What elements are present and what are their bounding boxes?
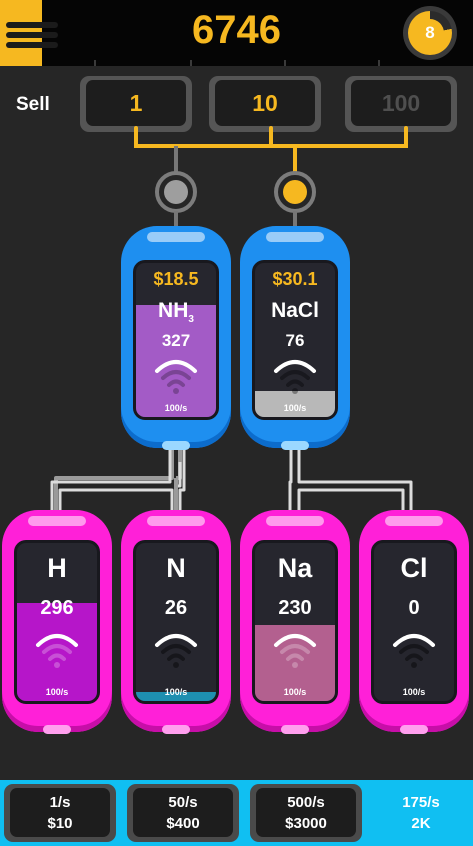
tank-highlight [266,516,324,526]
tank-port [162,725,190,734]
wifi-icon [393,634,435,668]
compound-tank-nacl[interactable]: $30.1 NaCl 76 100/s [240,226,350,450]
tank-port [162,441,190,450]
compound-price: $30.1 [272,269,318,289]
wifi-icon [36,634,78,668]
element-rate: 100/s [402,687,426,697]
upgrade-rate: 50/s [168,793,198,811]
upgrade-rate: 1/s [49,793,71,811]
total-value: 2K [411,815,431,832]
compound-tank-nh3[interactable]: $18.5 NH3 327 100/s [121,226,231,450]
upgrade-cost: $3000 [285,814,327,832]
upgrade-button-3[interactable]: 500/s $3000 [250,784,362,842]
tank-window: N 26 100/s [133,540,219,704]
tank-window: Na 230 100/s [252,540,338,704]
tank-port [281,725,309,734]
compound-count: 327 [161,331,191,350]
element-rate: 100/s [45,687,69,697]
connector-nh3 [155,171,197,213]
connector-nacl [274,171,316,213]
upgrade-cost: $400 [166,814,200,832]
element-rate: 100/s [283,687,307,697]
compound-rate: 100/s [283,403,307,413]
element-tank-n[interactable]: N 26 100/s [121,510,231,734]
tank-highlight [147,232,205,242]
element-tank-cl[interactable]: Cl 0 100/s [359,510,469,734]
tank-window: $18.5 NH3 327 100/s [133,260,219,420]
element-symbol: Cl [400,553,428,583]
element-symbol: H [47,553,67,583]
upgrade-button-2[interactable]: 50/s $400 [127,784,239,842]
total-production: 175/s 2K [376,792,466,834]
element-count: 296 [40,597,74,619]
element-tank-na[interactable]: Na 230 100/s [240,510,350,734]
element-count: 26 [164,597,188,619]
element-count: 0 [408,597,420,619]
tank-window: Cl 0 100/s [371,540,457,704]
tank-highlight [385,516,443,526]
upgrade-button-1[interactable]: 1/s $10 [4,784,116,842]
upgrade-rate: 500/s [287,793,325,811]
element-tank-h[interactable]: H 296 100/s [2,510,112,734]
tank-highlight [28,516,86,526]
element-symbol: Na [277,553,313,583]
tank-window: $30.1 NaCl 76 100/s [252,260,338,420]
element-rate: 100/s [164,687,188,697]
tank-port [400,725,428,734]
tank-port [281,441,309,450]
compound-symbol: NH3 [158,299,194,326]
element-symbol: N [166,553,186,583]
total-rate: 175/s [402,794,440,811]
tank-window: H 296 100/s [14,540,100,704]
compound-price: $18.5 [153,269,199,289]
upgrade-cost: $10 [47,814,73,832]
element-count: 230 [278,597,312,619]
wifi-icon [274,634,316,668]
compound-rate: 100/s [164,403,188,413]
tank-highlight [266,232,324,242]
tank-port [43,725,71,734]
wifi-icon [155,634,197,668]
tank-highlight [147,516,205,526]
compound-count: 76 [285,331,305,350]
compound-symbol: NaCl [271,299,319,322]
wifi-icon [155,360,197,394]
wifi-icon [274,360,316,394]
